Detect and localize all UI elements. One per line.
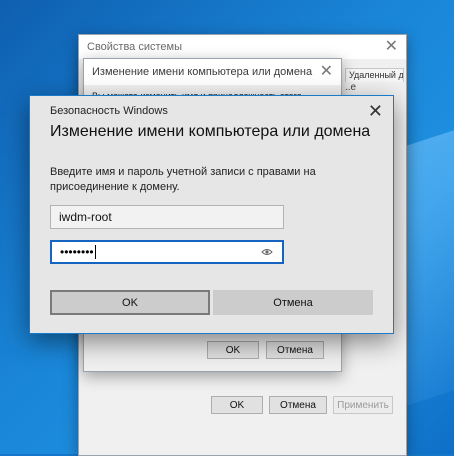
username-value: iwdm-root [59,210,112,224]
ok-button[interactable]: OK [50,290,210,315]
rename-computer-button-row: OK Отмена [207,341,324,359]
windows-security-dialog: Безопасность Windows ✕ Изменение имени к… [29,95,394,334]
system-properties-button-row: OK Отмена Применить [211,396,393,414]
rename-computer-titlebar[interactable]: Изменение имени компьютера или домена ✕ [84,59,341,85]
text-caret [94,245,96,259]
system-properties-close-icon[interactable]: ✕ [385,39,398,55]
rename-computer-ok-button[interactable]: OK [207,341,259,359]
dialog-heading: Изменение имени компьютера или домена [50,123,371,140]
windows-security-titlebar[interactable]: Безопасность Windows ✕ [30,96,393,126]
username-field[interactable]: iwdm-root [50,205,284,229]
system-properties-ok-button[interactable]: OK [211,396,263,414]
cancel-button[interactable]: Отмена [213,290,373,315]
rename-computer-title: Изменение имени компьютера или домена [92,66,313,78]
tab-partial-text: ..е [345,82,357,93]
system-properties-cancel-button[interactable]: Отмена [269,396,327,414]
tab-remote-access[interactable]: Удаленный доступ [345,68,404,82]
system-properties-apply-button[interactable]: Применить [333,396,393,414]
windows-security-title: Безопасность Windows [50,105,168,117]
rename-computer-close-icon[interactable]: ✕ [320,64,333,80]
password-masked-value: •••••••• [60,245,94,259]
system-properties-title: Свойства системы [87,41,183,53]
eye-icon[interactable] [260,247,274,257]
password-field[interactable]: •••••••• [50,240,284,264]
rename-computer-cancel-button[interactable]: Отмена [266,341,324,359]
windows-security-close-icon[interactable]: ✕ [368,102,383,120]
dialog-description: Введите имя и пароль учетной записи с пр… [50,166,316,193]
system-properties-titlebar[interactable]: Свойства системы ✕ [79,35,406,59]
